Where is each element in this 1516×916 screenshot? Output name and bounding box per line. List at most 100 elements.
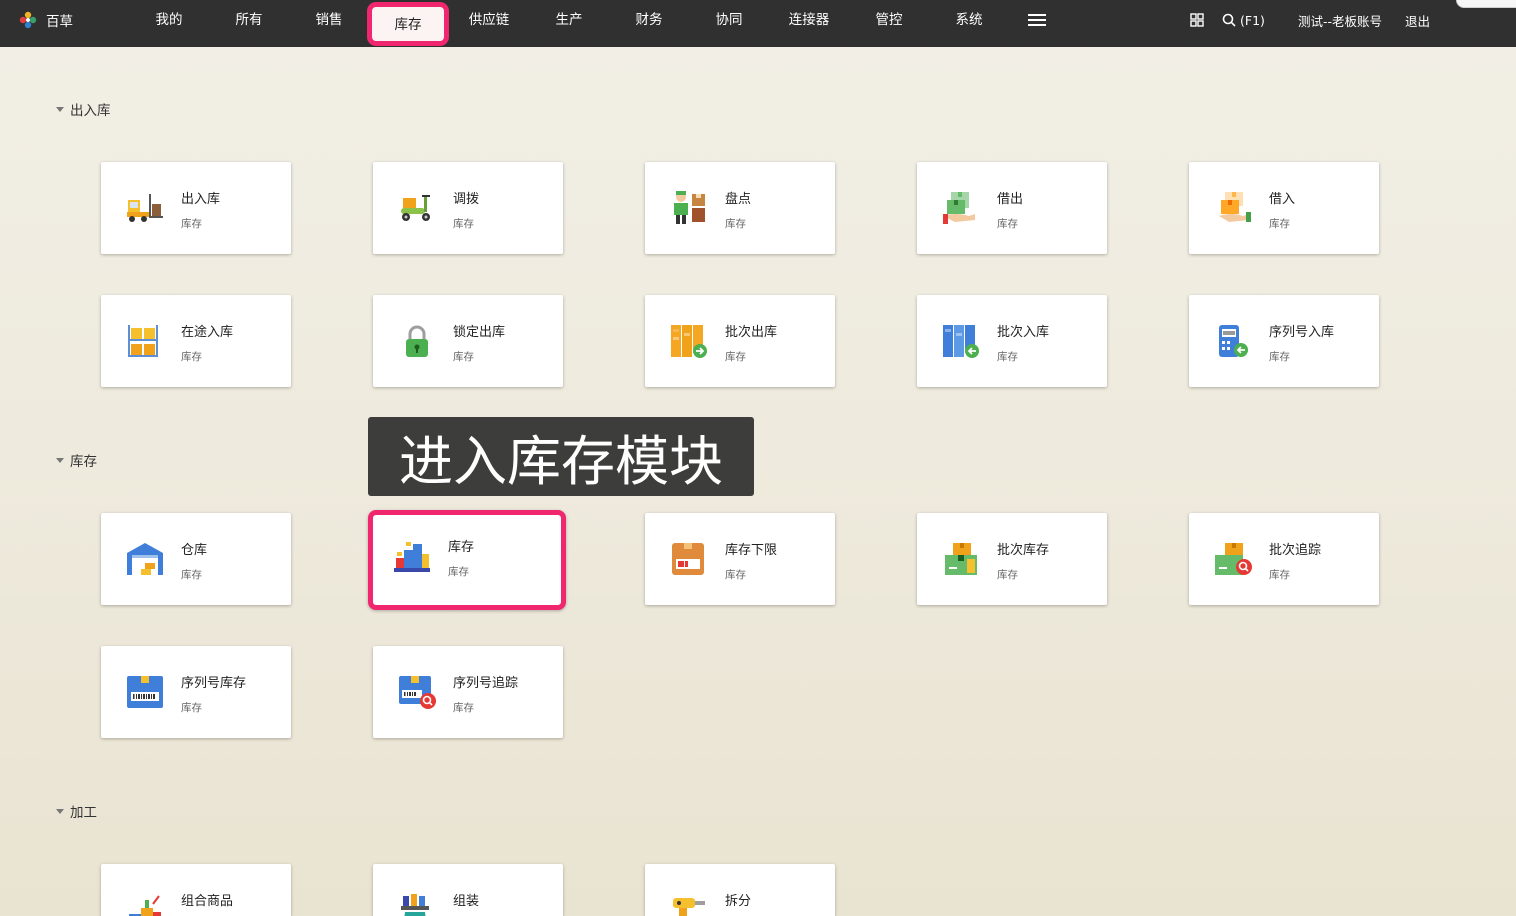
card-subtitle: 库存 xyxy=(181,351,202,363)
window-corner-tab xyxy=(1456,0,1516,8)
card-title: 组装 xyxy=(453,894,480,909)
card-title: 序列号库存 xyxy=(181,676,247,691)
nav-tab-system[interactable]: 系统 xyxy=(929,0,1009,40)
nav-tab-mine[interactable]: 我的 xyxy=(129,0,209,40)
inventory-icon xyxy=(394,542,430,572)
card-subtitle: 库存 xyxy=(997,218,1018,230)
card-warehouse[interactable]: 仓库 库存 xyxy=(101,513,291,605)
card-subtitle: 库存 xyxy=(453,702,474,714)
card-batch-in[interactable]: 批次入库 库存 xyxy=(917,295,1107,387)
nav-tab-supply-chain[interactable]: 供应链 xyxy=(449,0,529,40)
serial-stock-icon xyxy=(127,676,163,708)
card-title: 在途入库 xyxy=(181,325,234,340)
nav-tab-production[interactable]: 生产 xyxy=(529,0,609,40)
card-stocktake[interactable]: 盘点 库存 xyxy=(645,162,835,254)
section-title: 加工 xyxy=(70,805,97,821)
apps-grid-icon[interactable] xyxy=(1190,0,1204,40)
card-in-transit-in[interactable]: 在途入库 库存 xyxy=(101,295,291,387)
batch-in-icon xyxy=(943,325,979,358)
nav-tab-all[interactable]: 所有 xyxy=(209,0,289,40)
card-subtitle: 库存 xyxy=(725,351,746,363)
card-title: 批次库存 xyxy=(997,543,1050,558)
card-title: 锁定出库 xyxy=(453,325,506,340)
card-subtitle: 库存 xyxy=(448,566,469,578)
section-title: 出入库 xyxy=(70,103,111,119)
card-assemble[interactable]: 组装 xyxy=(373,864,563,916)
card-subtitle: 库存 xyxy=(181,569,202,581)
card-title: 借入 xyxy=(1269,192,1296,207)
section-header-in-out[interactable]: 出入库 xyxy=(56,100,111,119)
brand-name: 百草 xyxy=(46,14,73,30)
assemble-icon xyxy=(401,894,429,916)
account-name[interactable]: 测试--老板账号 xyxy=(1298,0,1382,40)
nav-tab-connector[interactable]: 连接器 xyxy=(769,0,849,40)
caret-down-icon xyxy=(56,106,64,112)
low-stock-icon xyxy=(672,543,704,575)
card-title: 序列号追踪 xyxy=(453,676,519,691)
logout-link[interactable]: 退出 xyxy=(1405,0,1430,40)
section-header-inventory[interactable]: 库存 xyxy=(56,451,97,470)
section-title: 库存 xyxy=(70,454,97,470)
card-stock-in-out[interactable]: 出入库 库存 xyxy=(101,162,291,254)
card-split[interactable]: 拆分 xyxy=(645,864,835,916)
batch-stock-icon xyxy=(945,543,977,575)
card-serial-trace[interactable]: 序列号追踪 库存 xyxy=(373,646,563,738)
card-locked-out[interactable]: 锁定出库 库存 xyxy=(373,295,563,387)
nav-tab-collaboration[interactable]: 协同 xyxy=(689,0,769,40)
batch-out-icon xyxy=(671,325,707,358)
scooter-icon xyxy=(401,195,430,221)
card-serial-in[interactable]: 序列号入库 库存 xyxy=(1189,295,1379,387)
nav-tab-control[interactable]: 管控 xyxy=(849,0,929,40)
shelf-boxes-icon xyxy=(128,325,158,357)
section-header-processing[interactable]: 加工 xyxy=(56,802,97,821)
card-serial-stock[interactable]: 序列号库存 库存 xyxy=(101,646,291,738)
card-title: 仓库 xyxy=(181,543,208,558)
card-subtitle: 库存 xyxy=(453,351,474,363)
caret-down-icon xyxy=(56,457,64,463)
search-icon xyxy=(1222,13,1236,27)
card-subtitle: 库存 xyxy=(725,218,746,230)
borrow-box-icon xyxy=(1219,192,1251,222)
card-subtitle: 库存 xyxy=(1269,351,1290,363)
top-nav-bar: 百草 我的 所有 销售 库存 供应链 生产 财务 协同 连接器 管控 系统 (F… xyxy=(0,0,1516,47)
card-title: 库存 xyxy=(448,540,475,555)
caret-down-icon xyxy=(56,808,64,814)
card-batch-stock[interactable]: 批次库存 库存 xyxy=(917,513,1107,605)
card-title: 批次入库 xyxy=(997,325,1050,340)
card-title: 出入库 xyxy=(181,192,221,207)
card-title: 批次追踪 xyxy=(1269,543,1322,558)
nav-tab-finance[interactable]: 财务 xyxy=(609,0,689,40)
card-subtitle: 库存 xyxy=(1269,218,1290,230)
split-drill-icon xyxy=(673,898,705,916)
combo-goods-icon xyxy=(129,895,161,916)
search-button[interactable]: (F1) xyxy=(1222,0,1265,40)
card-transfer[interactable]: 调拨 库存 xyxy=(373,162,563,254)
card-combo-goods[interactable]: 组合商品 xyxy=(101,864,291,916)
nav-tab-inventory[interactable]: 库存 xyxy=(367,2,449,46)
card-lend[interactable]: 借出 库存 xyxy=(917,162,1107,254)
card-borrow[interactable]: 借入 库存 xyxy=(1189,162,1379,254)
nav-tab-sales[interactable]: 销售 xyxy=(289,0,369,40)
batch-trace-icon xyxy=(1215,543,1252,575)
card-batch-out[interactable]: 批次出库 库存 xyxy=(645,295,835,387)
card-title: 库存下限 xyxy=(725,543,778,558)
card-subtitle: 库存 xyxy=(725,569,746,581)
lock-icon xyxy=(406,325,428,357)
card-inventory[interactable]: 库存 库存 xyxy=(368,510,566,610)
serial-in-icon xyxy=(1219,325,1248,357)
lend-box-icon xyxy=(943,192,975,224)
card-stock-lower-limit[interactable]: 库存下限 库存 xyxy=(645,513,835,605)
card-batch-trace[interactable]: 批次追踪 库存 xyxy=(1189,513,1379,605)
card-subtitle: 库存 xyxy=(181,218,202,230)
card-title: 借出 xyxy=(997,192,1024,207)
card-subtitle: 库存 xyxy=(1269,569,1290,581)
brand[interactable]: 百草 xyxy=(18,0,73,40)
card-subtitle: 库存 xyxy=(181,702,202,714)
card-subtitle: 库存 xyxy=(997,351,1018,363)
card-title: 序列号入库 xyxy=(1269,325,1335,340)
card-title: 组合商品 xyxy=(181,894,234,909)
hamburger-menu-icon[interactable] xyxy=(1026,11,1048,29)
card-subtitle: 库存 xyxy=(453,218,474,230)
tutorial-caption: 进入库存模块 xyxy=(368,417,754,496)
serial-trace-icon xyxy=(399,676,436,709)
